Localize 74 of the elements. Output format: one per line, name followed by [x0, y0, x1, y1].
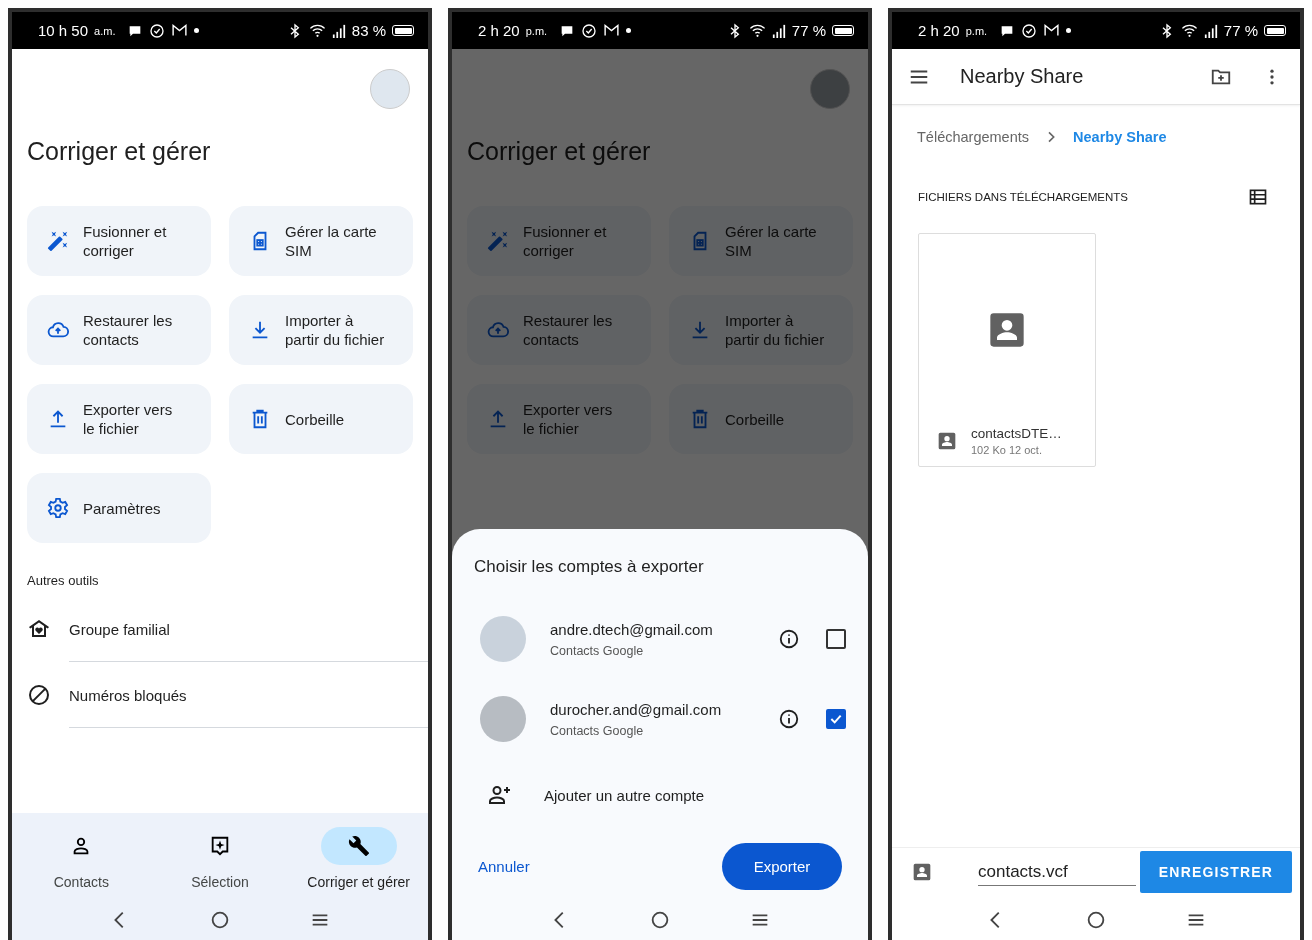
export-button[interactable]: Exporter [722, 843, 842, 890]
contact-card-icon [987, 310, 1027, 350]
wifi-icon [1180, 22, 1198, 39]
wrench-icon [347, 835, 370, 857]
home-icon[interactable] [209, 909, 231, 931]
magic-wand-icon [487, 230, 509, 252]
account-email: andre.dtech@gmail.com [550, 620, 714, 638]
status-time: 10 h 50 [38, 22, 89, 39]
account-source: Contacts Google [550, 723, 645, 738]
filename-field[interactable]: contacts.vcf [978, 858, 1136, 886]
nav-tab[interactable]: Corriger et gérer [289, 827, 428, 890]
status-time: 2 h 20 [918, 22, 960, 39]
cancel-button[interactable]: Annuler [474, 852, 534, 881]
battery-percentage: 77 % [1223, 22, 1258, 39]
check-circle-icon [149, 22, 166, 39]
section-heading: Autres outils [27, 573, 100, 588]
info-icon[interactable] [778, 628, 800, 650]
tool-tile[interactable]: Restaurer les contacts [27, 295, 211, 365]
breadcrumb-link[interactable]: Nearby Share [1073, 129, 1167, 145]
battery-percentage: 83 % [351, 22, 386, 39]
magic-wand-icon [47, 230, 69, 252]
tool-tile[interactable]: Corbeille [229, 384, 413, 454]
wifi-icon [748, 22, 766, 39]
tool-tile[interactable]: Gérer la carte SIM [229, 206, 413, 276]
battery-percentage: 77 % [791, 22, 826, 39]
settings-icon [47, 497, 69, 519]
home-icon[interactable] [649, 909, 671, 931]
signal-icon [1203, 22, 1218, 39]
contact-card-icon [937, 431, 957, 451]
status-time-period: p.m. [525, 24, 548, 37]
checkbox[interactable] [826, 709, 846, 729]
dot-icon [626, 28, 632, 33]
save-button[interactable]: ENREGISTRER [1140, 851, 1292, 893]
avatar-placeholder [480, 696, 526, 742]
file-meta: 102 Ko 12 oct. [971, 444, 1043, 456]
signal-icon [331, 22, 346, 39]
status-time-period: p.m. [965, 24, 988, 37]
battery-icon [832, 25, 854, 36]
tool-tile[interactable]: Paramètres [27, 473, 211, 543]
nav-tab[interactable]: Sélection [150, 827, 290, 890]
tool-tile[interactable]: Exporter vers le fichier [27, 384, 211, 454]
checkbox[interactable] [826, 629, 846, 649]
dot-icon [194, 28, 200, 33]
contact-card-icon [912, 862, 932, 882]
battery-icon [392, 25, 414, 36]
info-icon[interactable] [778, 708, 800, 730]
sheet-title: Choisir les comptes à exporter [474, 557, 705, 577]
account-source: Contacts Google [550, 643, 645, 658]
page-title: Corriger et gérer [467, 137, 652, 166]
dot-icon [1066, 28, 1072, 33]
status-time-period: a.m. [94, 24, 116, 37]
sparkle-icon [209, 835, 231, 857]
tool-tile[interactable]: Fusionner et corriger [27, 206, 211, 276]
person-add-icon [488, 783, 512, 807]
list-view-icon[interactable] [1248, 187, 1268, 207]
breadcrumb-link[interactable]: Téléchargements [917, 129, 1030, 145]
account-email: durocher.and@gmail.com [550, 700, 723, 718]
check-circle-icon [1021, 22, 1038, 39]
nav-tab[interactable]: Contacts [12, 827, 151, 890]
page-title: Corriger et gérer [27, 137, 212, 166]
wifi-icon [308, 22, 326, 39]
file-name: contactsDTE… [971, 426, 1062, 441]
battery-icon [1264, 25, 1286, 36]
check-circle-icon [581, 22, 598, 39]
signal-icon [771, 22, 786, 39]
status-time: 2 h 20 [478, 22, 520, 39]
home-icon[interactable] [1085, 909, 1107, 931]
section-heading: FICHIERS DANS TÉLÉCHARGEMENTS [918, 191, 1129, 203]
add-account-button[interactable]: Ajouter un autre compte [488, 763, 846, 827]
avatar-placeholder [480, 616, 526, 662]
block-icon [27, 683, 51, 707]
app-bar-title: Nearby Share [960, 65, 1085, 88]
tool-tile[interactable]: Importer à partir du fichier [229, 295, 413, 365]
file-card[interactable]: contactsDTE… 102 Ko 12 oct. [918, 233, 1096, 467]
